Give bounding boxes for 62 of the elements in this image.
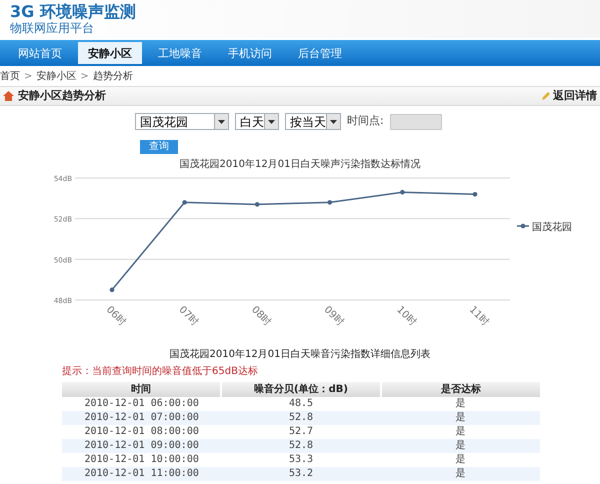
- table-cell-text: 是: [454, 425, 466, 439]
- nav-tab[interactable]: 网站首页: [8, 42, 72, 64]
- caret-icon: [268, 120, 275, 124]
- x-tick-label: 06时: [104, 304, 128, 328]
- table-cell-text: 2010-12-01 06:00:00: [83, 397, 200, 411]
- mode-select[interactable]: 按当天: [285, 113, 341, 130]
- table-cell-text: 52.7: [288, 425, 314, 439]
- table-cell-text: 53.3: [288, 453, 314, 467]
- table-cell-text: 是: [454, 397, 466, 411]
- site-select[interactable]: 国茂花园: [135, 113, 229, 130]
- time-label: 时间点:: [347, 113, 384, 130]
- x-tick-label: 10时: [394, 304, 418, 328]
- section-title: 安静小区趋势分析: [18, 88, 106, 104]
- breadcrumb-separator: >: [80, 70, 89, 84]
- breadcrumb-separator: >: [24, 70, 32, 84]
- column-header: 是否达标: [382, 382, 540, 397]
- nav-tab[interactable]: 手机访问: [218, 42, 282, 64]
- table-cell-text: 52.8: [288, 411, 314, 425]
- table-cell-text: 52.8: [288, 439, 314, 453]
- table-cell-text: 2010-12-01 08:00:00: [83, 425, 200, 439]
- table-cell-text: 48.5: [288, 397, 314, 411]
- breadcrumb-link[interactable]: 首页: [0, 68, 20, 84]
- chart-title: 国茂花园2010年12月01日白天噪声污染指数达标情况: [180, 160, 420, 170]
- table-cell-text: 是: [454, 411, 466, 425]
- x-tick-label: 09时: [322, 304, 346, 328]
- data-point: [182, 200, 187, 205]
- table-cell-text: 53.2: [288, 467, 314, 481]
- breadcrumb-link[interactable]: 趋势分析: [92, 68, 133, 84]
- breadcrumb-link[interactable]: 安静小区: [36, 68, 76, 84]
- x-tick-label: 08时: [249, 304, 273, 328]
- nav-tab[interactable]: 安静小区: [78, 42, 142, 64]
- x-tick-label: 11时: [466, 304, 491, 328]
- legend-marker-icon: [517, 224, 529, 228]
- table-cell-text: 2010-12-01 09:00:00: [83, 439, 200, 453]
- caret-icon: [218, 120, 225, 124]
- caret-icon: [330, 120, 337, 124]
- back-link[interactable]: 返回详情: [553, 88, 597, 104]
- data-point: [328, 200, 332, 205]
- data-point: [472, 192, 478, 197]
- x-tick-label: 07时: [176, 304, 200, 328]
- table-cell-text: 是: [454, 453, 466, 467]
- data-point: [400, 190, 405, 195]
- data-point: [110, 288, 114, 292]
- period-select[interactable]: 白天: [235, 113, 279, 130]
- table-cell-text: 是: [454, 439, 466, 453]
- table-cell-text: 是: [454, 467, 466, 481]
- time-input[interactable]: [390, 114, 442, 130]
- data-point: [254, 202, 260, 207]
- column-header: 噪音分贝(单位：dB): [222, 382, 380, 397]
- nav-tab[interactable]: 后台管理: [288, 42, 352, 64]
- hint-text: 提示：当前查询时间的噪音值低于65dB达标: [62, 367, 259, 377]
- home-icon: [3, 91, 14, 101]
- nav-tab[interactable]: 工地噪音: [148, 42, 212, 64]
- table-cell-text: 2010-12-01 11:00:00: [83, 467, 200, 481]
- logo-subtitle: 物联网应用平台: [10, 21, 95, 35]
- table-cell-text: 2010-12-01 10:00:00: [83, 453, 200, 467]
- table-title: 国茂花园2010年12月01日白天噪音污染指数详细信息列表: [168, 350, 432, 360]
- legend-label: 国茂花园: [532, 222, 572, 233]
- pencil-icon: [541, 91, 551, 101]
- logo-title: 3G 环境噪声监测: [10, 3, 137, 21]
- column-header: 时间: [62, 382, 220, 397]
- table-cell-text: 2010-12-01 07:00:00: [83, 411, 200, 425]
